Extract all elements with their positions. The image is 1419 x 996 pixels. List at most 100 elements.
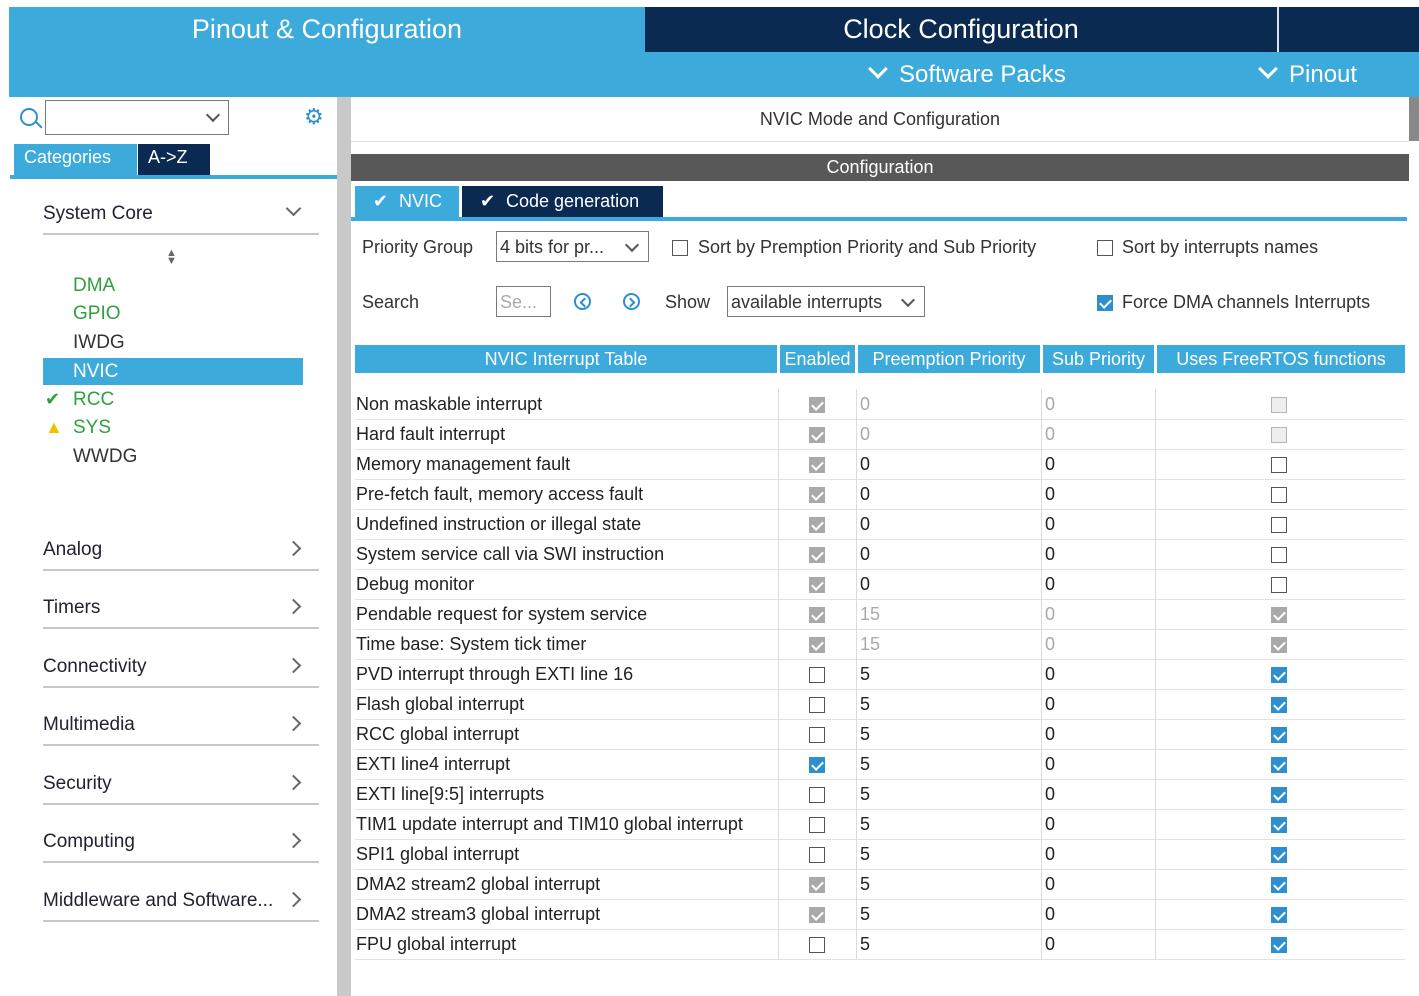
col-header-enabled[interactable]: Enabled	[780, 345, 855, 373]
freertos-checkbox[interactable]	[1271, 607, 1287, 624]
table-row[interactable]: DMA2 stream3 global interrupt 5 0	[355, 899, 1405, 930]
enabled-checkbox[interactable]	[809, 517, 825, 534]
sub-priority[interactable]: 0	[1045, 779, 1055, 809]
sort-premption-checkbox[interactable]	[672, 239, 688, 257]
preemption-priority[interactable]: 0	[860, 419, 870, 449]
section-middleware[interactable]: Middleware and Software...	[43, 884, 319, 922]
col-header-name[interactable]: NVIC Interrupt Table	[355, 345, 777, 373]
preemption-priority[interactable]: 0	[860, 449, 870, 479]
sub-priority[interactable]: 0	[1045, 899, 1055, 929]
tab-categories[interactable]: Categories	[14, 144, 137, 175]
table-row[interactable]: DMA2 stream2 global interrupt 5 0	[355, 869, 1405, 900]
preemption-priority[interactable]: 5	[860, 839, 870, 869]
sub-priority[interactable]: 0	[1045, 719, 1055, 749]
sub-priority[interactable]: 0	[1045, 479, 1055, 509]
table-row[interactable]: PVD interrupt through EXTI line 16 5 0	[355, 659, 1405, 690]
checkbox[interactable]	[1097, 294, 1113, 311]
section-security[interactable]: Security	[43, 767, 319, 805]
table-row[interactable]: Undefined instruction or illegal state 0 0	[355, 509, 1405, 540]
category-search-combo[interactable]	[45, 100, 229, 135]
peripheral-dma[interactable]: DMA	[43, 272, 303, 299]
preemption-priority[interactable]: 5	[860, 719, 870, 749]
table-row[interactable]: EXTI line[9:5] interrupts 5 0	[355, 779, 1405, 810]
freertos-checkbox[interactable]	[1271, 487, 1287, 504]
freertos-checkbox[interactable]	[1271, 457, 1287, 474]
col-header-freertos[interactable]: Uses FreeRTOS functions	[1157, 345, 1405, 373]
freertos-checkbox[interactable]	[1271, 397, 1287, 414]
freertos-checkbox[interactable]	[1271, 877, 1287, 894]
checkbox[interactable]	[672, 239, 688, 256]
freertos-checkbox[interactable]	[1271, 427, 1287, 444]
sub-priority[interactable]: 0	[1045, 449, 1055, 479]
show-select[interactable]: available interrupts	[727, 286, 925, 317]
tab-pinout-configuration[interactable]: Pinout & Configuration	[9, 7, 645, 52]
table-row[interactable]: Debug monitor 0 0	[355, 569, 1405, 600]
enabled-checkbox[interactable]	[809, 397, 825, 414]
sub-priority[interactable]: 0	[1045, 929, 1055, 959]
sub-priority[interactable]: 0	[1045, 689, 1055, 719]
section-timers[interactable]: Timers	[43, 591, 319, 629]
preemption-priority[interactable]: 0	[860, 389, 870, 419]
preemption-priority[interactable]: 0	[860, 509, 870, 539]
sub-priority[interactable]: 0	[1045, 509, 1055, 539]
enabled-checkbox[interactable]	[809, 577, 825, 594]
panel-splitter[interactable]	[337, 97, 351, 996]
peripheral-iwdg[interactable]: IWDG	[43, 329, 303, 356]
preemption-priority[interactable]: 0	[860, 569, 870, 599]
freertos-checkbox[interactable]	[1271, 637, 1287, 654]
preemption-priority[interactable]: 5	[860, 929, 870, 959]
force-dma-checkbox[interactable]	[1097, 294, 1113, 312]
tab-a-z[interactable]: A->Z	[138, 144, 210, 175]
enabled-checkbox[interactable]	[809, 847, 825, 864]
enabled-checkbox[interactable]	[809, 667, 825, 684]
tab-clock-configuration[interactable]: Clock Configuration	[646, 7, 1276, 52]
enabled-checkbox[interactable]	[809, 697, 825, 714]
enabled-checkbox[interactable]	[809, 937, 825, 954]
freertos-checkbox[interactable]	[1271, 937, 1287, 954]
sub-priority[interactable]: 0	[1045, 629, 1055, 659]
preemption-priority[interactable]: 5	[860, 779, 870, 809]
table-row[interactable]: System service call via SWI instruction 0…	[355, 539, 1405, 570]
section-connectivity[interactable]: Connectivity	[43, 650, 319, 688]
freertos-checkbox[interactable]	[1271, 667, 1287, 684]
col-header-sub[interactable]: Sub Priority	[1043, 345, 1154, 373]
section-multimedia[interactable]: Multimedia	[43, 708, 319, 746]
freertos-checkbox[interactable]	[1271, 817, 1287, 834]
next-icon[interactable]	[623, 293, 640, 310]
freertos-checkbox[interactable]	[1271, 547, 1287, 564]
table-row[interactable]: EXTI line4 interrupt 5 0	[355, 749, 1405, 780]
enabled-checkbox[interactable]	[809, 817, 825, 834]
peripheral-nvic[interactable]: NVIC	[43, 358, 303, 385]
sub-priority[interactable]: 0	[1045, 539, 1055, 569]
enabled-checkbox[interactable]	[809, 877, 825, 894]
table-row[interactable]: Memory management fault 0 0	[355, 449, 1405, 480]
table-row[interactable]: Hard fault interrupt 0 0	[355, 419, 1405, 450]
table-row[interactable]: TIM1 update interrupt and TIM10 global i…	[355, 809, 1405, 840]
table-row[interactable]: RCC global interrupt 5 0	[355, 719, 1405, 750]
enabled-checkbox[interactable]	[809, 757, 825, 774]
table-row[interactable]: Pendable request for system service 15 0	[355, 599, 1405, 630]
sub-priority[interactable]: 0	[1045, 869, 1055, 899]
preemption-priority[interactable]: 5	[860, 899, 870, 929]
freertos-checkbox[interactable]	[1271, 727, 1287, 744]
peripheral-gpio[interactable]: GPIO	[43, 300, 303, 327]
previous-icon[interactable]	[574, 293, 591, 310]
preemption-priority[interactable]: 15	[860, 629, 880, 659]
table-row[interactable]: Time base: System tick timer 15 0	[355, 629, 1405, 660]
sub-priority[interactable]: 0	[1045, 839, 1055, 869]
preemption-priority[interactable]: 5	[860, 749, 870, 779]
table-row[interactable]: FPU global interrupt 5 0	[355, 929, 1405, 960]
table-row[interactable]: Pre-fetch fault, memory access fault 0 0	[355, 479, 1405, 510]
enabled-checkbox[interactable]	[809, 727, 825, 744]
search-input[interactable]: Se...	[496, 286, 551, 317]
search-icon[interactable]	[20, 108, 38, 126]
sub-priority[interactable]: 0	[1045, 809, 1055, 839]
peripheral-sys[interactable]: ▲ SYS	[43, 414, 303, 441]
priority-group-select[interactable]: 4 bits for pr...	[496, 231, 649, 262]
software-packs-menu[interactable]: Software Packs	[868, 52, 1066, 97]
preemption-priority[interactable]: 5	[860, 659, 870, 689]
sub-priority[interactable]: 0	[1045, 659, 1055, 689]
col-header-preemption[interactable]: Preemption Priority	[858, 345, 1040, 373]
sort-icon[interactable]: ▲ ▼	[166, 248, 177, 267]
enabled-checkbox[interactable]	[809, 787, 825, 804]
